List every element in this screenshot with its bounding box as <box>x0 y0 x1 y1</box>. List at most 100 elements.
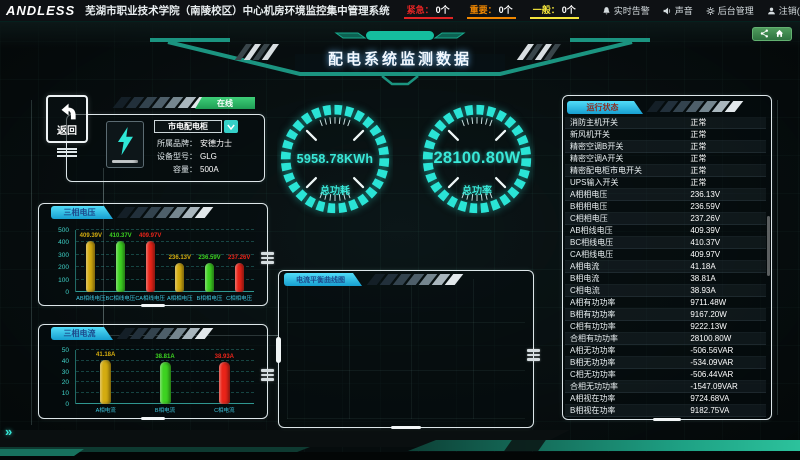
y-tick-label: 40 <box>44 358 72 365</box>
row-label: B相有功功率 <box>570 309 690 320</box>
row-label: B相相电压 <box>570 201 690 212</box>
table-row: 精密空调B开关正常 <box>565 141 766 153</box>
hazard-stripes <box>121 207 209 218</box>
footer-teal-stripe <box>408 440 800 451</box>
alarm-indicator-2[interactable]: 一般：0个 <box>530 3 579 19</box>
panel-notch <box>141 417 165 421</box>
hazard-stripes <box>651 101 739 112</box>
table-row: A相有功功率9711.48W <box>565 297 766 309</box>
row-label: C相相电压 <box>570 213 690 224</box>
current-panel-tab: 三相电流 <box>51 327 113 340</box>
menu-logout[interactable]: 注销(admin <box>767 4 800 17</box>
device-field: 容量：500A <box>143 163 232 176</box>
lightning-bolt-icon <box>116 127 134 157</box>
cabinet-selector[interactable]: 市电配电柜 <box>154 120 222 133</box>
table-row: C相有功功率9222.13W <box>565 321 766 333</box>
table-row: A相无功功率-506.56VAR <box>565 345 766 357</box>
table-row: A相视在功率9724.68VA <box>565 393 766 405</box>
gauge-label: 总功耗 <box>277 182 393 197</box>
curve-panel-tab: 电流平衡曲线图 <box>284 273 362 286</box>
menu-label: 后台管理 <box>718 4 754 17</box>
bar <box>205 263 214 292</box>
row-value: 236.13V <box>690 190 761 199</box>
row-value: 409.39V <box>690 226 761 235</box>
gridline <box>76 349 254 350</box>
voltage-y-axis: 0100200300400500 <box>44 230 72 292</box>
frame-bracket <box>276 337 281 363</box>
status-panel-title: 运行状态 <box>587 102 619 113</box>
total-consumption-gauge: 5958.78KWh 总功耗 <box>277 101 393 217</box>
panel-notch <box>391 426 421 430</box>
gridline <box>76 241 254 242</box>
speaker-icon <box>663 6 672 16</box>
cabinet-selector-toggle[interactable] <box>224 120 238 133</box>
status-panel-tab: 运行状态 <box>567 101 643 114</box>
y-tick-label: 300 <box>44 252 72 259</box>
menu-label: 声音 <box>675 4 693 17</box>
x-category-label: C相电流 <box>214 406 234 414</box>
bar <box>175 263 184 292</box>
row-value: 正常 <box>690 165 761 176</box>
vertical-scrollbar[interactable] <box>767 216 770 276</box>
scrollbar-handle[interactable] <box>653 418 681 422</box>
expand-chevrons[interactable]: » <box>5 424 12 439</box>
hazard-stripes <box>371 274 459 285</box>
row-value: 9182.75VA <box>690 406 761 415</box>
online-status-label: 在线 <box>217 98 233 109</box>
table-row: C相无功功率-506.44VAR <box>565 369 766 381</box>
footer-teal-wedge <box>0 449 84 456</box>
cabinet-selector-value: 市电配电柜 <box>168 121 208 132</box>
row-value: 38.93A <box>690 286 761 295</box>
row-value: 正常 <box>690 129 761 140</box>
bar <box>219 362 230 404</box>
alarm-indicator-1[interactable]: 重要：0个 <box>467 3 516 19</box>
menu-speaker[interactable]: 声音 <box>663 4 693 17</box>
row-label: B相无功功率 <box>570 357 690 368</box>
row-label: 精密空调A开关 <box>570 153 690 164</box>
row-label: CA相线电压 <box>570 249 690 260</box>
row-label: UPS输入开关 <box>570 177 690 188</box>
row-label: A相有功功率 <box>570 297 690 308</box>
row-label: 消防主机开关 <box>570 117 690 128</box>
row-value: 409.97V <box>690 250 761 259</box>
gridline <box>76 291 254 292</box>
current-plot: 41.18AA相电流38.81AB相电流38.93AC相电流 <box>75 350 254 404</box>
chevron-down-icon <box>227 124 235 130</box>
menu-bell[interactable]: 实时告警 <box>602 4 650 17</box>
bar-value-label: 236.59V <box>198 255 220 261</box>
voltage-panel-title: 三相电压 <box>64 207 96 218</box>
menu-gear[interactable]: 后台管理 <box>706 4 754 17</box>
alarm-label: 紧急： <box>407 3 434 16</box>
table-row: AB相线电压409.39V <box>565 225 766 237</box>
bar-value-label: 236.13V <box>169 255 191 261</box>
bar-value-label: 409.97V <box>139 233 161 239</box>
curve-panel-title: 电流平衡曲线图 <box>296 275 345 285</box>
table-row: 新风机开关正常 <box>565 129 766 141</box>
y-tick-label: 200 <box>44 264 72 271</box>
back-button[interactable]: 返回 <box>46 95 88 143</box>
alarm-indicator-0[interactable]: 紧急：0个 <box>404 3 453 19</box>
row-value: 236.59V <box>690 202 761 211</box>
table-row: CA相线电压409.97V <box>565 249 766 261</box>
return-arrow-icon <box>56 102 78 121</box>
table-row: 合相有功功率28100.80W <box>565 333 766 345</box>
table-row: B相相电压236.59V <box>565 201 766 213</box>
bar-value-label: 237.26V <box>228 255 250 261</box>
field-label: 设备型号： <box>143 150 197 163</box>
bar <box>235 263 244 292</box>
field-label: 所属品牌： <box>143 137 197 150</box>
share-icon[interactable] <box>760 25 769 43</box>
row-value: 237.26V <box>690 214 761 223</box>
table-row: B相无功功率-534.09VAR <box>565 357 766 369</box>
field-value: 安德力士 <box>200 137 232 150</box>
table-row: B相电流38.81A <box>565 273 766 285</box>
alarm-count: 0个 <box>562 3 576 16</box>
field-value: 500A <box>200 163 219 176</box>
bar-value-label: 38.93A <box>215 354 234 360</box>
pipe-connector <box>527 347 540 363</box>
y-tick-label: 20 <box>44 379 72 386</box>
row-value: 正常 <box>690 117 761 128</box>
home-icon[interactable] <box>775 25 784 43</box>
x-category-label: CA相线电压 <box>135 294 165 302</box>
gridline <box>76 229 254 230</box>
